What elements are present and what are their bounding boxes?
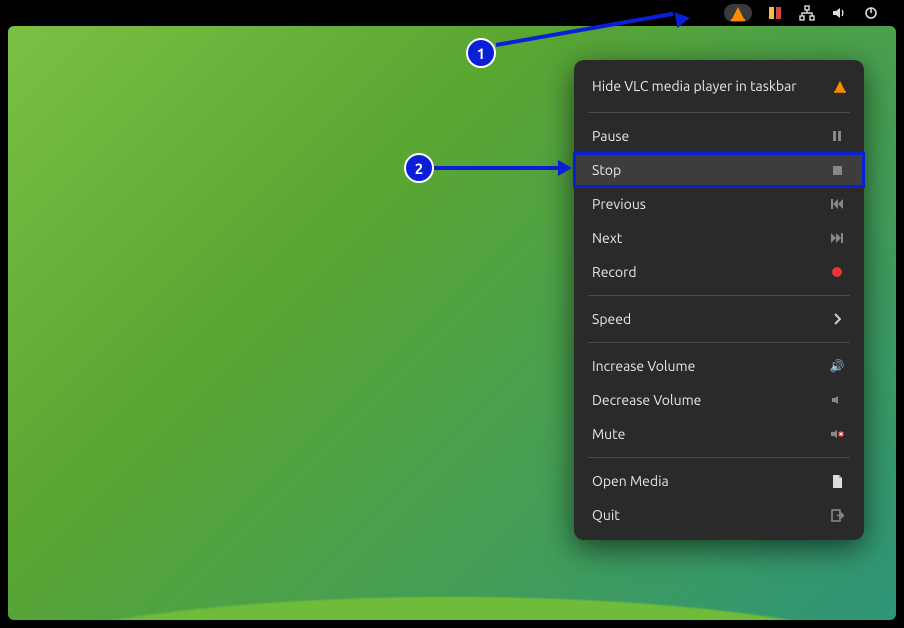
menu-item-label: Stop (592, 162, 621, 178)
menu-item-label: Speed (592, 311, 631, 327)
mute-icon (828, 428, 846, 440)
menu-item-open-media[interactable]: Open Media (574, 464, 864, 498)
power-icon[interactable] (862, 4, 880, 22)
menu-item-next[interactable]: Next (574, 221, 864, 255)
menu-item-label: Record (592, 264, 637, 280)
vlc-cone-icon (732, 7, 744, 19)
menu-separator (588, 457, 850, 458)
menu-item-record[interactable]: Record (574, 255, 864, 289)
previous-icon (828, 199, 846, 209)
menu-item-stop[interactable]: Stop (574, 153, 864, 187)
network-icon[interactable] (798, 4, 816, 22)
next-icon (828, 233, 846, 243)
menu-item-label: Quit (592, 507, 620, 523)
annotation-arrow-2 (434, 166, 559, 170)
annotation-arrowhead-2 (558, 160, 572, 176)
menu-item-label: Pause (592, 128, 629, 144)
menu-separator (588, 112, 850, 113)
system-topbar (8, 0, 896, 26)
menu-item-quit[interactable]: Quit (574, 498, 864, 532)
menu-item-previous[interactable]: Previous (574, 187, 864, 221)
menu-item-label: Open Media (592, 473, 669, 489)
vlc-cone-icon (835, 81, 845, 91)
volume-up-icon: 🔊 (828, 359, 846, 373)
quit-icon (828, 509, 846, 522)
menu-separator (588, 295, 850, 296)
menu-item-speed[interactable]: Speed (574, 302, 864, 336)
record-icon (828, 267, 846, 277)
menu-item-label: Mute (592, 426, 625, 442)
annotation-callout-2: 2 (404, 153, 434, 183)
volume-icon[interactable] (830, 4, 848, 22)
menu-separator (588, 342, 850, 343)
pause-icon (828, 131, 846, 141)
app-tray-icon[interactable] (766, 4, 784, 22)
menu-item-label: Next (592, 230, 622, 246)
chevron-right-icon (828, 313, 846, 325)
volume-down-icon (828, 395, 846, 405)
menu-item-increase-volume[interactable]: Increase Volume 🔊 (574, 349, 864, 383)
callout-number: 2 (415, 160, 423, 177)
menu-item-pause[interactable]: Pause (574, 119, 864, 153)
menu-item-label: Increase Volume (592, 358, 695, 374)
file-icon (828, 475, 846, 488)
menu-header-label: Hide VLC media player in taskbar (592, 78, 797, 94)
annotation-callout-1: 1 (466, 38, 496, 68)
annotation-arrowhead-1 (675, 10, 692, 28)
vlc-tray-icon[interactable] (724, 4, 752, 22)
menu-item-label: Decrease Volume (592, 392, 701, 408)
menu-item-decrease-volume[interactable]: Decrease Volume (574, 383, 864, 417)
vlc-context-menu: Hide VLC media player in taskbar Pause S… (574, 60, 864, 540)
stop-icon (828, 166, 846, 175)
menu-header[interactable]: Hide VLC media player in taskbar (574, 68, 864, 106)
menu-item-label: Previous (592, 196, 646, 212)
menu-item-mute[interactable]: Mute (574, 417, 864, 451)
callout-number: 1 (477, 45, 485, 62)
